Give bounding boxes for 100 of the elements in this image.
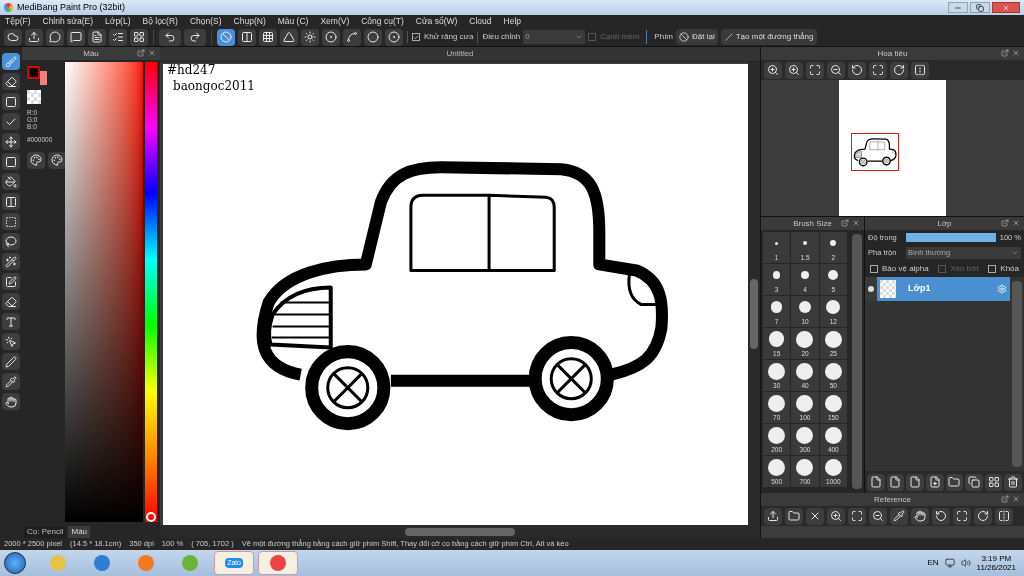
snap-button[interactable] [343, 28, 361, 46]
new-layer-button[interactable] [867, 473, 885, 491]
menu-item[interactable]: Cloud [469, 15, 492, 28]
undock-icon[interactable] [1001, 219, 1009, 227]
panel-tab[interactable]: Màu [68, 526, 91, 538]
close-icon[interactable] [148, 49, 156, 57]
zoom-out-button[interactable] [827, 61, 845, 79]
tool-button[interactable] [2, 153, 20, 170]
tool-button[interactable] [2, 113, 20, 130]
fit-button[interactable] [806, 61, 824, 79]
tool-button[interactable] [2, 53, 20, 70]
tool-button[interactable] [2, 293, 20, 310]
tool-button[interactable] [2, 193, 20, 210]
menu-item[interactable]: Công cụ(T) [361, 15, 404, 28]
close-icon[interactable] [1012, 49, 1020, 57]
flip-button[interactable] [911, 61, 929, 79]
close-reference-button[interactable] [806, 507, 824, 525]
rotate-left-button[interactable] [848, 61, 866, 79]
tool-button[interactable] [2, 273, 20, 290]
close-icon[interactable] [1012, 219, 1020, 227]
menu-item[interactable]: Chỉnh sửa(E) [42, 15, 94, 28]
undock-icon[interactable] [137, 49, 145, 57]
close-icon[interactable] [852, 219, 860, 227]
language-indicator[interactable]: EN [927, 557, 939, 569]
tool-button[interactable] [2, 393, 20, 410]
snap-button[interactable] [238, 28, 256, 46]
new-layer-button[interactable] [906, 473, 924, 491]
zoom-in-button[interactable] [785, 61, 803, 79]
clock[interactable]: 3:19 PM 11/26/2021 [976, 554, 1016, 572]
background-color-swatch[interactable] [40, 71, 47, 85]
tool-button[interactable] [2, 253, 20, 270]
undock-icon[interactable] [841, 219, 849, 227]
hue-slider[interactable] [145, 62, 157, 522]
page-button[interactable] [88, 28, 106, 46]
transparent-swatch[interactable] [27, 90, 41, 104]
panel-button[interactable] [130, 28, 148, 46]
canvas[interactable]: #hd247 baongoc2011 [163, 64, 748, 525]
share-button[interactable] [25, 28, 43, 46]
comment-button[interactable] [46, 28, 64, 46]
adjust-dropdown[interactable]: 0 [523, 30, 586, 44]
undock-icon[interactable] [1001, 49, 1009, 57]
new-layer-button[interactable] [886, 473, 905, 491]
menu-item[interactable]: Chọn(S) [189, 15, 222, 28]
redo-button[interactable] [184, 28, 206, 46]
tool-button[interactable] [2, 353, 20, 370]
menu-item[interactable]: Bộ lọc(R) [142, 15, 178, 28]
start-button[interactable] [4, 552, 26, 574]
menu-item[interactable]: Lớp(L) [105, 15, 131, 28]
snap-button[interactable] [322, 28, 340, 46]
visibility-toggle[interactable] [868, 286, 874, 292]
scrollbar[interactable] [852, 234, 862, 489]
delete-button[interactable] [1004, 473, 1022, 491]
zoom-out-button[interactable] [869, 507, 887, 525]
snap-button[interactable] [217, 28, 235, 46]
zoom-in-button[interactable] [827, 507, 845, 525]
volume-icon[interactable] [960, 558, 971, 568]
rotate-right-button[interactable] [974, 507, 992, 525]
horizontal-scrollbar[interactable] [160, 525, 760, 538]
hue-slider-thumb[interactable] [146, 512, 156, 522]
foreground-color-swatch[interactable] [27, 66, 40, 79]
zoom-reset-button[interactable] [764, 61, 782, 79]
snap-button[interactable] [259, 28, 277, 46]
fit-button[interactable] [848, 507, 866, 525]
open-button[interactable] [785, 507, 803, 525]
tool-button[interactable] [2, 213, 20, 230]
checkbox[interactable] [412, 33, 420, 41]
folder-button[interactable] [945, 473, 964, 491]
color-history-button[interactable] [48, 151, 66, 169]
snap-button[interactable] [385, 28, 403, 46]
flip-button[interactable] [995, 507, 1013, 525]
palette-button[interactable] [27, 151, 45, 169]
checkbox[interactable] [588, 33, 597, 41]
list-button[interactable] [109, 28, 127, 46]
restore-button[interactable] [970, 2, 990, 13]
duplicate-button[interactable] [965, 473, 983, 491]
undo-button[interactable] [159, 28, 181, 46]
undock-icon[interactable] [1001, 495, 1009, 503]
tool-button[interactable] [2, 133, 20, 150]
tool-button[interactable] [2, 333, 20, 350]
menu-item[interactable]: Xem(V) [320, 15, 350, 28]
merge-button[interactable] [984, 473, 1003, 491]
snap-button[interactable] [364, 28, 382, 46]
tool-button[interactable] [2, 173, 20, 190]
tool-button[interactable] [2, 233, 20, 250]
menu-item[interactable]: Help [503, 15, 522, 28]
tool-button[interactable] [2, 373, 20, 390]
straight-line-button[interactable]: Tạo một đường thẳng [720, 29, 818, 45]
balloon-button[interactable] [67, 28, 85, 46]
tool-button[interactable] [2, 93, 20, 110]
menu-item[interactable]: Cửa sổ(W) [415, 15, 458, 28]
rotate-left-button[interactable] [932, 507, 950, 525]
tool-button[interactable] [2, 73, 20, 90]
network-icon[interactable] [944, 558, 955, 568]
color-field[interactable] [65, 62, 143, 522]
import-button[interactable] [764, 507, 782, 525]
hand-button[interactable] [911, 507, 929, 525]
rotate-reset-button[interactable] [953, 507, 971, 525]
panel-tab[interactable]: Cọ: Pencil [24, 526, 67, 538]
close-button[interactable] [992, 2, 1020, 13]
checkbox[interactable] [988, 265, 997, 273]
